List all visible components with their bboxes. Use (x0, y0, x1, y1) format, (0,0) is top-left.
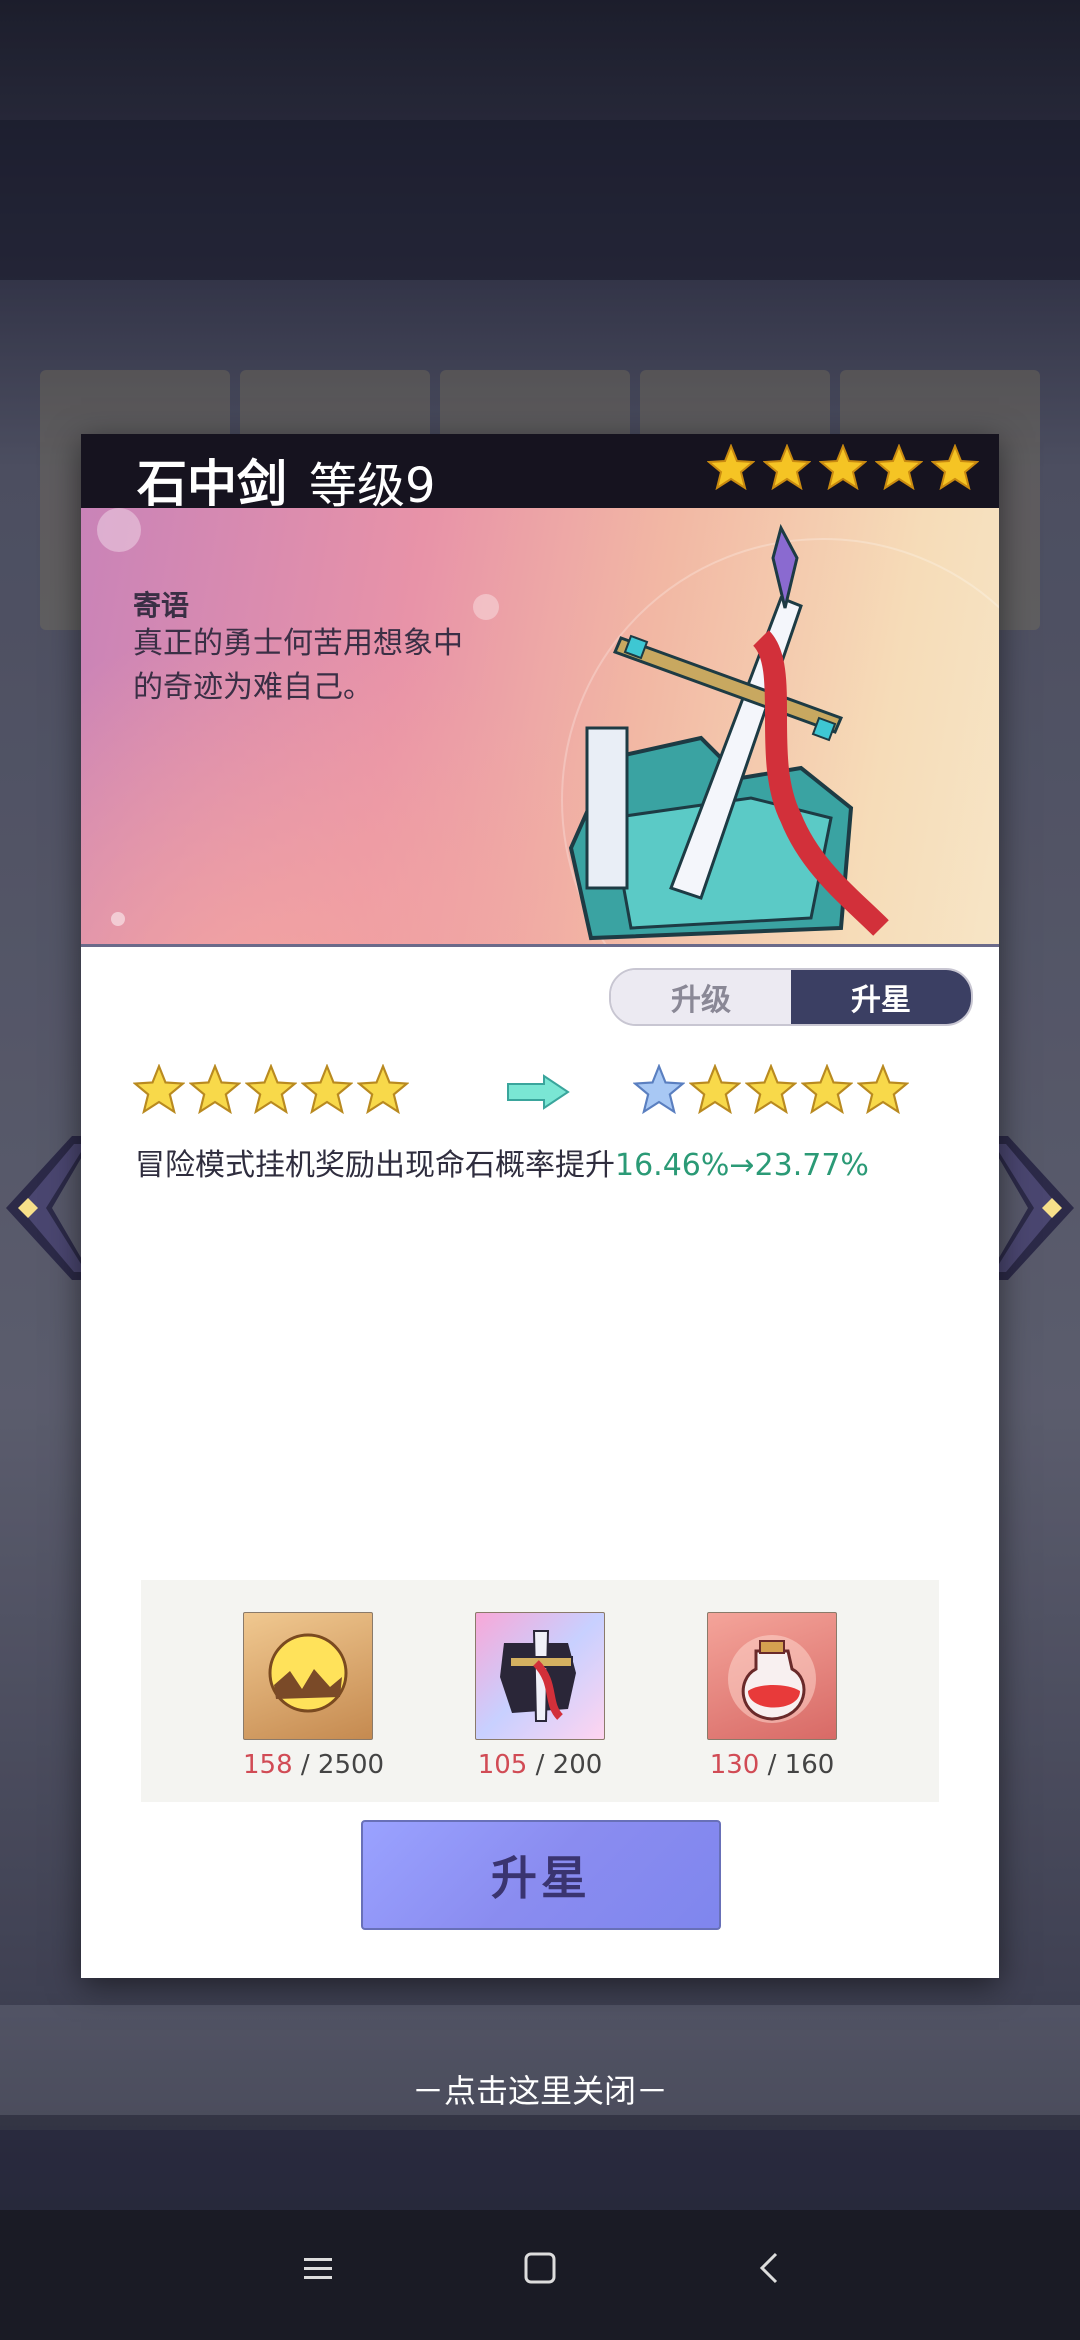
tab-star-up[interactable]: 升星 (791, 970, 971, 1024)
motto-text: 真正的勇士何苦用想象中的奇迹为难自己。 (133, 626, 463, 705)
sword-puzzle-piece-icon (475, 1612, 605, 1740)
blue-star-icon (632, 1063, 686, 1118)
star-icon (818, 443, 868, 494)
cost-item[interactable]: 105 / 200 (475, 1612, 605, 1780)
red-potion-bottle-icon (707, 1612, 837, 1740)
cost-item[interactable]: 130 / 160 (707, 1612, 837, 1780)
motto-title: 寄语 (133, 589, 190, 622)
cost-count: 130 / 160 (709, 1750, 835, 1780)
cost-count: 105 / 200 (477, 1750, 603, 1780)
star-icon (930, 443, 980, 494)
upgrade-tabs: 升级 升星 (609, 968, 973, 1026)
star-icon (244, 1063, 298, 1118)
tab-level-up[interactable]: 升级 (611, 970, 791, 1024)
star-icon (356, 1063, 410, 1118)
star-icon (300, 1063, 354, 1118)
star-icon (188, 1063, 242, 1118)
item-star-rating (706, 443, 980, 494)
system-navigation-bar (0, 2210, 1080, 2340)
close-hint[interactable]: －点击这里关闭－ (0, 2066, 1080, 2112)
home-icon[interactable] (522, 2250, 558, 2290)
next-star-rating (632, 1063, 910, 1118)
star-bonus-description: 冒险模式挂机奖励出现命石概率提升16.46%→23.77% (135, 1140, 869, 1184)
item-artwork-banner: 寄语 真正的勇士何苦用想象中的奇迹为难自己。 (81, 508, 999, 1062)
star-icon (744, 1063, 798, 1118)
bonus-description-text: 冒险模式挂机奖励出现命石概率提升 (135, 1148, 615, 1183)
sword-in-stone-icon (568, 523, 889, 941)
current-star-rating (132, 1063, 410, 1118)
item-name: 石中剑 (137, 454, 287, 513)
item-level: 等级9 (309, 458, 436, 514)
star-up-button[interactable]: 升星 (361, 1820, 721, 1930)
arrow-right-icon (506, 1074, 570, 1114)
back-icon[interactable] (752, 2250, 788, 2290)
star-icon (856, 1063, 910, 1118)
item-detail-modal: 石中剑 等级9 寄语 真正的勇士何苦用想象中的奇迹为难自己。 升级 升星 冒险模… (81, 434, 999, 1978)
star-icon (706, 443, 756, 494)
star-icon (132, 1063, 186, 1118)
cost-panel: 158 / 2500 105 / 200 130 / 160 (141, 1580, 939, 1802)
star-icon (800, 1063, 854, 1118)
modal-header: 石中剑 等级9 (81, 434, 999, 514)
star-icon (688, 1063, 742, 1118)
star-icon (874, 443, 924, 494)
bonus-value: 16.46%→23.77% (615, 1148, 869, 1183)
menu-icon[interactable] (300, 2250, 336, 2290)
star-icon (762, 443, 812, 494)
cost-count: 158 / 2500 (243, 1750, 385, 1780)
banner-divider (81, 944, 999, 947)
golden-orb-icon (243, 1612, 373, 1740)
cost-item[interactable]: 158 / 2500 (243, 1612, 385, 1780)
